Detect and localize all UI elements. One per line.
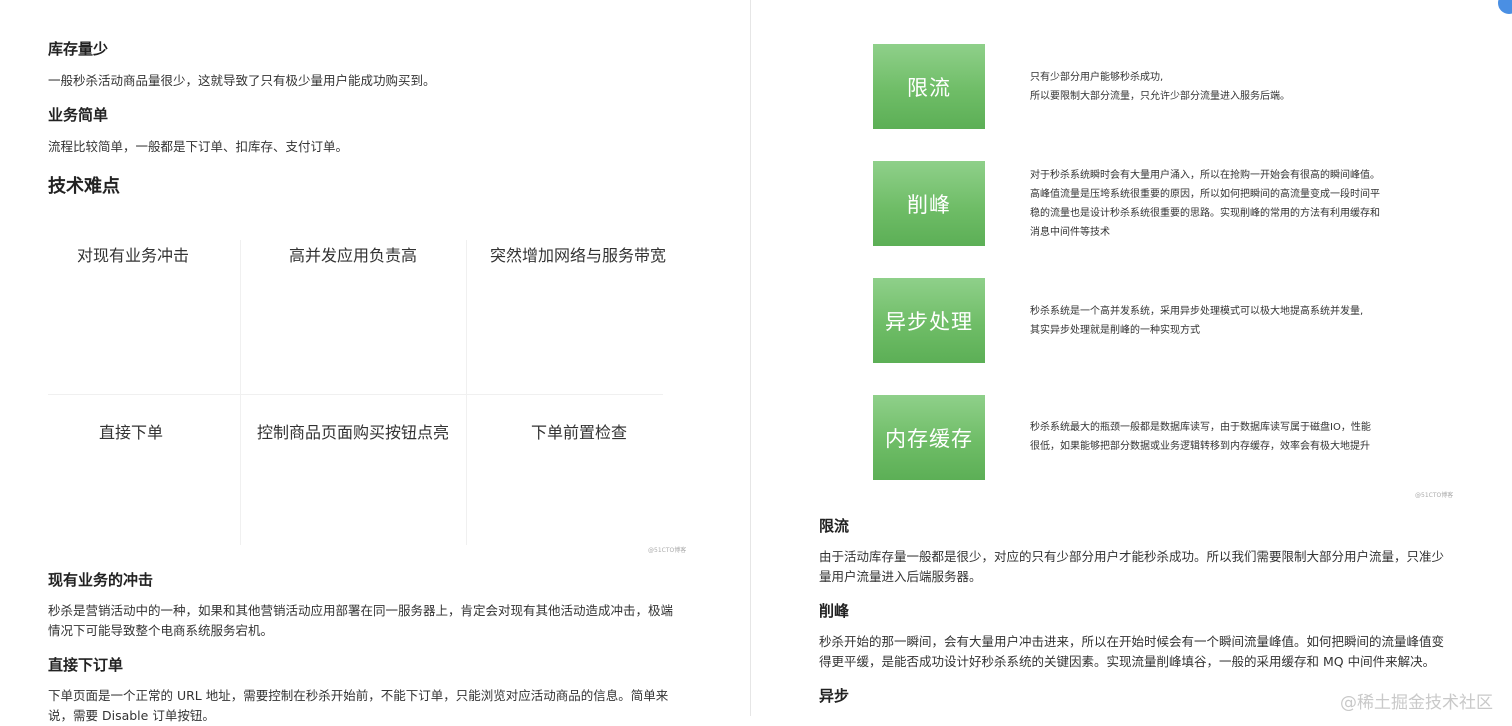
heading-peak-shaving: 削峰 (819, 602, 850, 620)
desc-line: 高峰值流量是压垮系统很重要的原因，所以如何把瞬间的高流量变成一段时间平 (1030, 189, 1380, 200)
paragraph-direct-order-1: 下单页面是一个正常的 URL 地址，需要控制在秒杀开始前，不能下订单，只能浏览对… (48, 688, 669, 703)
desc-peak-shaving: 对于秒杀系统瞬时会有大量用户涌入，所以在抢购一开始会有很高的瞬间峰值。 高峰值流… (1030, 166, 1415, 242)
grid-cell: 下单前置检查 (530, 423, 627, 442)
desc-line: 稳的流量也是设计秒杀系统很重要的思路。实现削峰的常用的方法有利用缓存和 (1030, 208, 1380, 219)
paragraph-impact-2: 情况下可能导致整个电商系统服务宕机。 (48, 623, 274, 638)
desc-line: 秒杀系统最大的瓶颈一般都是数据库读写，由于数据库读写属于磁盘IO，性能 (1030, 422, 1371, 433)
heading-async: 异步 (819, 687, 850, 705)
desc-rate-limit: 只有少部分用户能够秒杀成功, 所以要限制大部分流量，只允许少部分流量进入服务后端… (1030, 68, 1415, 106)
desc-line: 所以要限制大部分流量，只允许少部分流量进入服务后端。 (1030, 91, 1290, 102)
desc-line: 其实异步处理就是削峰的一种实现方式 (1030, 325, 1200, 336)
paragraph-business-simple: 流程比较简单，一般都是下订单、扣库存、支付订单。 (48, 139, 349, 154)
desc-async: 秒杀系统是一个高并发系统，采用异步处理模式可以极大地提高系统并发量, 其实异步处… (1030, 302, 1415, 340)
image-credit: @51CTO博客 (1415, 492, 1454, 499)
grid-cell: 控制商品页面购买按钮点亮 (256, 423, 449, 442)
paragraph-inventory: 一般秒杀活动商品量很少，这就导致了只有极少量用户能成功购买到。 (48, 73, 436, 88)
paragraph-direct-order-2: 说，需要 Disable 订单按钮。 (48, 708, 215, 723)
desc-line: 很低，如果能够把部分数据或业务逻辑转移到内存缓存，效率会有极大地提升 (1030, 441, 1370, 452)
paragraph-rate-limit-1: 由于活动库存量一般都是很少，对应的只有少部分用户才能秒杀成功。所以我们需要限制大… (819, 549, 1445, 564)
heading-rate-limit: 限流 (819, 517, 850, 535)
grid-cell: 对现有业务冲击 (76, 246, 189, 265)
box-rate-limit: 限流 (873, 44, 985, 129)
box-async: 异步处理 (873, 278, 985, 363)
desc-line: 只有少部分用户能够秒杀成功, (1030, 72, 1164, 83)
grid-cell: 高并发应用负责高 (288, 246, 417, 265)
grid-divider (48, 394, 663, 395)
heading-tech-difficulty: 技术难点 (48, 176, 120, 197)
heading-business-simple: 业务简单 (48, 106, 109, 124)
grid-divider (466, 240, 467, 545)
image-credit: @51CTO博客 (648, 547, 687, 554)
box-memory-cache: 内存缓存 (873, 395, 985, 480)
grid-cell: 突然增加网络与服务带宽 (489, 246, 666, 265)
desc-memory-cache: 秒杀系统最大的瓶颈一般都是数据库读写，由于数据库读写属于磁盘IO，性能 很低，如… (1030, 418, 1415, 456)
paragraph-peak-shaving-1: 秒杀开始的那一瞬间，会有大量用户冲击进来，所以在开始时候会有一个瞬间流量峰值。如… (819, 634, 1445, 649)
heading-impact: 现有业务的冲击 (48, 571, 154, 589)
heading-direct-order: 直接下订单 (48, 656, 124, 674)
desc-line: 消息中间件等技术 (1030, 227, 1110, 238)
grid-divider (240, 240, 241, 545)
paragraph-impact-1: 秒杀是营销活动中的一种，如果和其他营销活动应用部署在同一服务器上，肯定会对现有其… (48, 603, 674, 618)
paragraph-rate-limit-2: 量用户流量进入后端服务器。 (819, 569, 982, 584)
heading-inventory: 库存量少 (48, 40, 109, 58)
desc-line: 秒杀系统是一个高并发系统，采用异步处理模式可以极大地提高系统并发量, (1030, 306, 1364, 317)
grid-cell: 直接下单 (98, 423, 163, 442)
desc-line: 对于秒杀系统瞬时会有大量用户涌入，所以在抢购一开始会有很高的瞬间峰值。 (1030, 170, 1380, 181)
box-peak-shaving: 削峰 (873, 161, 985, 246)
paragraph-peak-shaving-2: 得更平缓，是能否成功设计好秒杀系统的关键因素。实现流量削峰填谷，一般的采用缓存和… (819, 654, 1436, 669)
corner-avatar[interactable] (1498, 0, 1512, 14)
difficulty-grid: 对现有业务冲击 高并发应用负责高 突然增加网络与服务带宽 直接下单 控制商品页面… (48, 230, 688, 560)
page-divider (750, 0, 751, 716)
site-watermark: @稀土掘金技术社区 (1340, 693, 1493, 713)
